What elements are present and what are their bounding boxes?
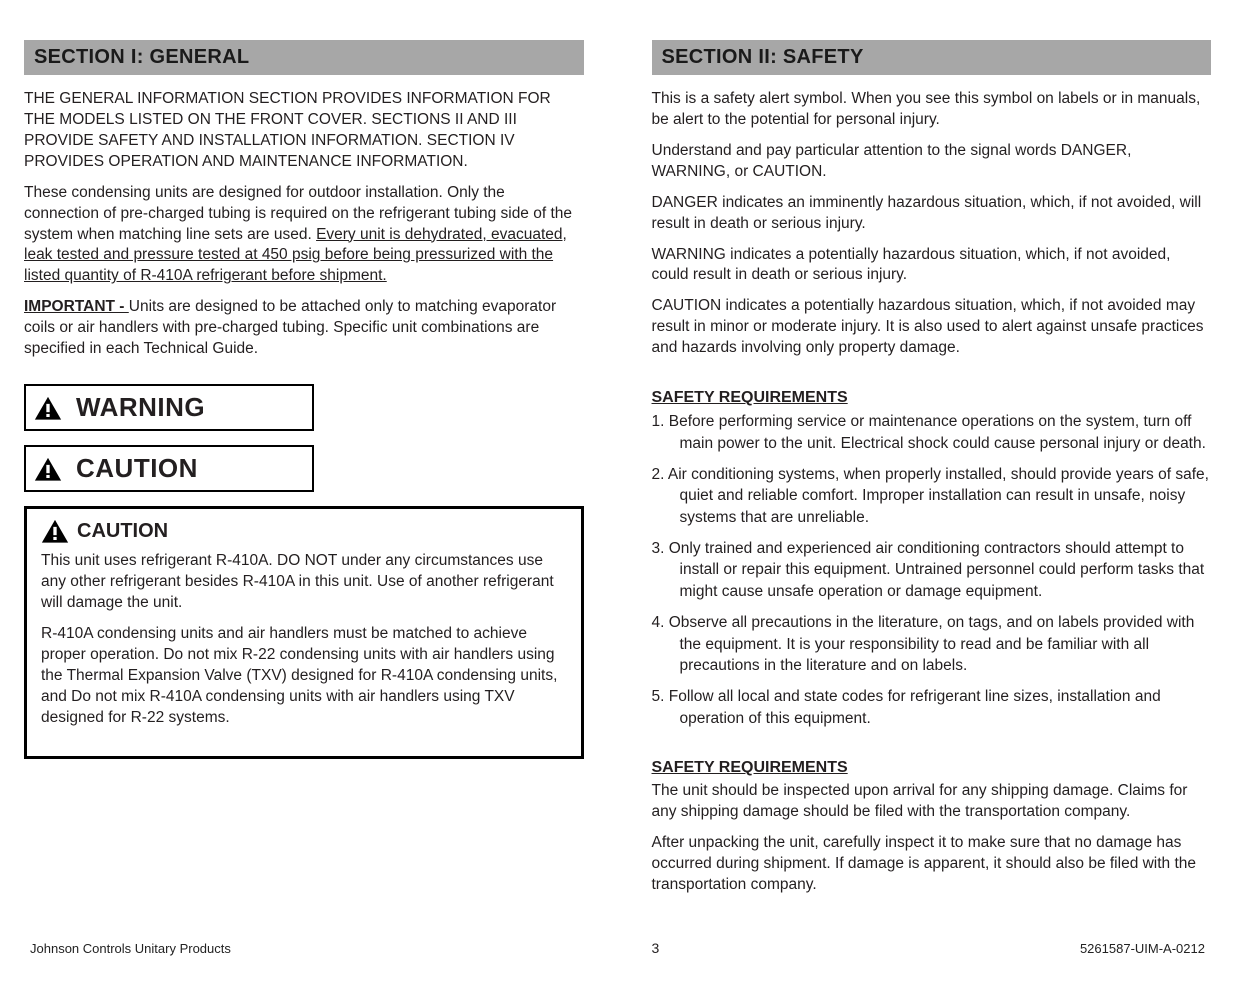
caution-body-box: CAUTION This unit uses refrigerant R-410… [24, 506, 584, 759]
caution-label: CAUTION [76, 453, 198, 484]
caution-body-title: CAUTION [77, 520, 168, 543]
safety-requirements-heading: SAFETY REQUIREMENTS [652, 389, 1212, 407]
caution-body-p1: This unit uses refrigerant R-410A. DO NO… [41, 551, 567, 614]
right-column: SECTION II: SAFETY This is a safety aler… [652, 40, 1212, 906]
page: SECTION I: GENERAL THE GENERAL INFORMATI… [0, 0, 1235, 986]
inspection-heading: SAFETY REQUIREMENTS [652, 759, 1212, 777]
general-paragraph-2: These condensing units are designed for … [24, 183, 584, 288]
list-item: 2. Air conditioning systems, when proper… [652, 464, 1212, 528]
footer-doc-id: 5261587-UIM-A-0212 [1080, 941, 1205, 956]
alert-icon [34, 457, 62, 481]
alert-icon [41, 519, 69, 543]
section-heading-general: SECTION I: GENERAL [24, 40, 584, 75]
safety-p1: This is a safety alert symbol. When you … [652, 89, 1212, 131]
two-column-layout: SECTION I: GENERAL THE GENERAL INFORMATI… [24, 40, 1211, 906]
safety-p4: WARNING indicates a potentially hazardou… [652, 245, 1212, 287]
safety-p5: CAUTION indicates a potentially hazardou… [652, 296, 1212, 359]
general-paragraph-caps: THE GENERAL INFORMATION SECTION PROVIDES… [24, 89, 584, 173]
section-heading-safety: SECTION II: SAFETY [652, 40, 1212, 75]
caution-body-p2: R-410A condensing units and air handlers… [41, 624, 567, 729]
list-item: 3. Only trained and experienced air cond… [652, 538, 1212, 602]
safety-requirements-list: 1. Before performing service or maintena… [652, 411, 1212, 729]
alert-icon [34, 396, 62, 420]
inspection-p2: After unpacking the unit, carefully insp… [652, 833, 1212, 896]
important-label: IMPORTANT - [24, 298, 129, 315]
list-item: 1. Before performing service or maintena… [652, 411, 1212, 454]
list-item: 4. Observe all precautions in the litera… [652, 612, 1212, 676]
footer-page-number: 3 [652, 940, 660, 956]
warning-label: WARNING [76, 392, 205, 423]
safety-p3: DANGER indicates an imminently hazardous… [652, 193, 1212, 235]
footer-left: Johnson Controls Unitary Products [30, 941, 231, 956]
warning-box: WARNING [24, 384, 314, 431]
caution-box: CAUTION [24, 445, 314, 492]
page-footer: Johnson Controls Unitary Products 3 5261… [24, 940, 1211, 956]
caution-body-header: CAUTION [41, 519, 567, 543]
left-column: SECTION I: GENERAL THE GENERAL INFORMATI… [24, 40, 584, 906]
general-paragraph-3: IMPORTANT - Units are designed to be att… [24, 297, 584, 360]
list-item: 5. Follow all local and state codes for … [652, 686, 1212, 729]
inspection-p1: The unit should be inspected upon arriva… [652, 781, 1212, 823]
safety-p2: Understand and pay particular attention … [652, 141, 1212, 183]
